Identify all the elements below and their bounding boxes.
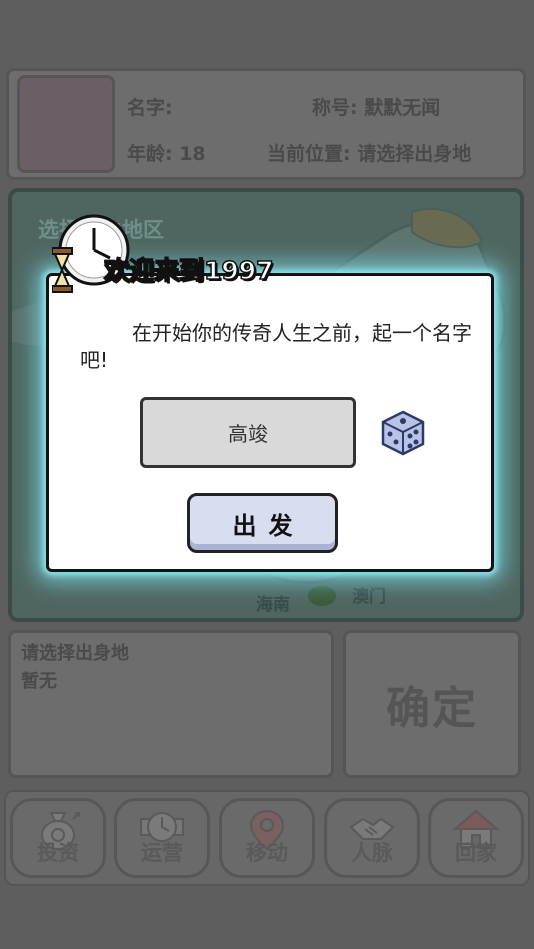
confirm-button[interactable]: 确定 [343,630,521,778]
bottom-nav: 投资 运营 移动 人脉 回家 [4,790,530,886]
go-button[interactable]: 出发 [187,493,338,553]
nav-move-button[interactable]: 移动 [219,798,315,878]
title-label: 称号: 默默无闻 [312,97,441,119]
info-panel: 请选择出身地 暂无 [8,630,334,778]
nav-invest-button[interactable]: 投资 [10,798,106,878]
profile-panel: 名字: 称号: 默默无闻 年龄: 18 当前位置: 请选择出身地 [6,68,526,180]
confirm-label: 确定 [386,683,478,734]
birthplace-prompt: 请选择出身地 [21,643,129,664]
dice-icon[interactable] [380,410,426,456]
dialog-message-text: 在开始你的传奇人生之前，起一个名字吧! [80,321,472,372]
nav-invest-label: 投资 [37,841,79,865]
dialog-title: 欢迎来到1997 [103,255,274,286]
region-hainan[interactable] [308,586,336,606]
nav-move-label: 移动 [246,841,288,865]
region-label-macau[interactable]: 澳门 [352,582,386,607]
nav-operate-button[interactable]: 运营 [114,798,210,878]
name-label: 名字: [127,97,173,119]
nav-operate-label: 运营 [141,841,183,865]
nav-home-label: 回家 [455,841,497,865]
location-label: 当前位置: 请选择出身地 [267,143,472,165]
birthplace-value: 暂无 [21,671,57,692]
go-label: 出发 [232,511,305,540]
region-label-hainan[interactable]: 海南 [256,590,290,615]
dialog-message: 在开始你的传奇人生之前，起一个名字吧! [80,320,480,374]
name-input[interactable] [140,397,356,468]
nav-network-label: 人脉 [351,841,393,865]
age-label: 年龄: 18 [127,143,206,165]
nav-home-button[interactable]: 回家 [428,798,524,878]
nav-network-button[interactable]: 人脉 [324,798,420,878]
avatar [17,75,115,173]
